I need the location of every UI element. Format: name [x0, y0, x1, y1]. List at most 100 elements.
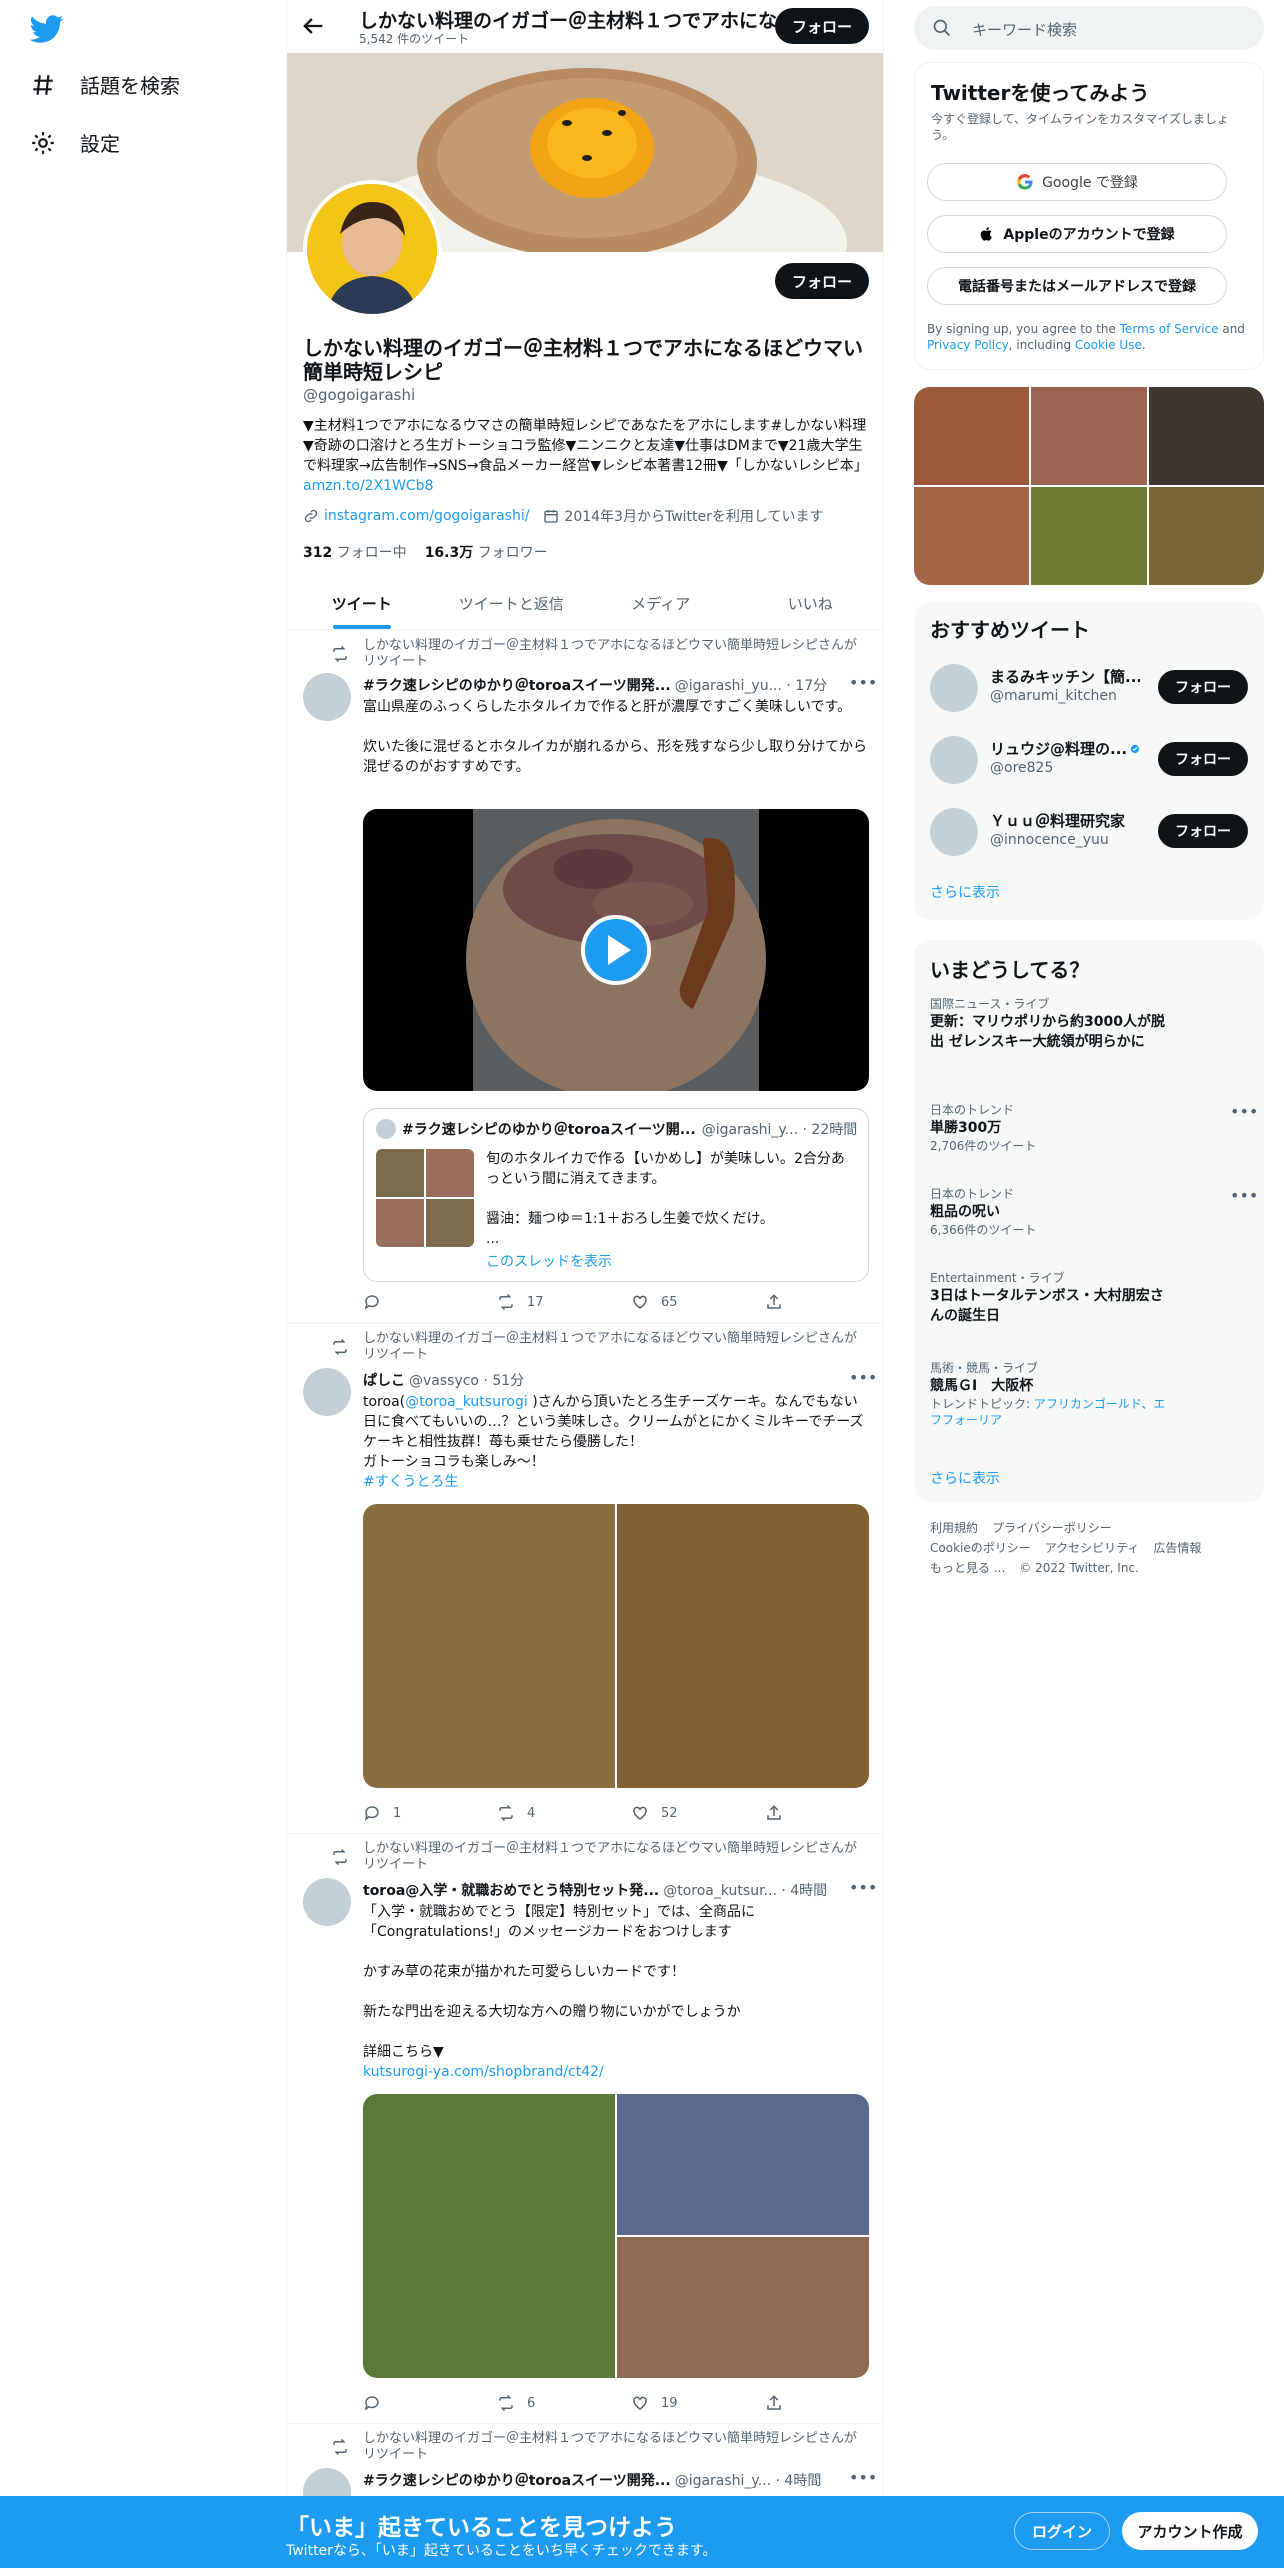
tweet-author-meta[interactable]: @vassyco · 51分: [409, 1370, 524, 1390]
twitter-logo-icon[interactable]: [30, 12, 64, 46]
more-icon[interactable]: •••: [849, 673, 877, 693]
like-button[interactable]: 52: [631, 1804, 765, 1822]
tweet-photos[interactable]: [363, 1504, 869, 1788]
grid-photo[interactable]: [1148, 387, 1264, 485]
tweet-photo[interactable]: [617, 2237, 869, 2378]
tab-media[interactable]: メディア: [586, 577, 736, 629]
privacy-policy-link[interactable]: Privacy Policy: [927, 338, 1009, 352]
follow-button[interactable]: フォロー: [1158, 814, 1248, 848]
suggested-user[interactable]: まるみキッチン【簡... @marumi_kitchen フォロー: [914, 652, 1264, 724]
followers-stat[interactable]: 16.3万 フォロワー: [425, 542, 548, 562]
share-button[interactable]: [765, 1293, 783, 1311]
tweet[interactable]: しかない料理のイガゴー＠主材料１つでアホになるほどウマい簡単時短レシピさんがリツ…: [287, 1324, 883, 1834]
trend-item[interactable]: Entertainment・ライブ 3日はトータルテンボス・大村朋宏さんの誕生日: [930, 1270, 1250, 1326]
footer-link-cookies[interactable]: Cookieのポリシー: [930, 1541, 1031, 1555]
nav-explore[interactable]: 話題を検索: [30, 70, 180, 99]
profile-follow-button[interactable]: フォロー: [775, 263, 869, 299]
reply-button[interactable]: [363, 1293, 497, 1311]
shop-link[interactable]: kutsurogi-ya.com/shopbrand/ct42/: [363, 2064, 604, 2080]
like-button[interactable]: 65: [631, 1293, 765, 1311]
more-icon[interactable]: •••: [1230, 1186, 1258, 1205]
more-icon[interactable]: •••: [849, 1368, 877, 1388]
following-stat[interactable]: 312 フォロー中: [303, 542, 407, 562]
tweet-author-name[interactable]: ぱしこ: [363, 1370, 405, 1390]
grid-photo[interactable]: [914, 387, 1030, 485]
follow-button[interactable]: フォロー: [1158, 742, 1248, 776]
tweet-avatar[interactable]: [303, 1878, 351, 1926]
cookie-use-link[interactable]: Cookie Use: [1075, 338, 1142, 352]
back-arrow-icon[interactable]: [299, 12, 327, 40]
share-button[interactable]: [765, 1804, 783, 1822]
avatar[interactable]: [930, 736, 978, 784]
profile-avatar[interactable]: [303, 180, 441, 318]
footer-link-accessibility[interactable]: アクセシビリティ: [1045, 1541, 1140, 1555]
retweet-button[interactable]: 4: [497, 1804, 631, 1822]
more-icon[interactable]: •••: [849, 1878, 877, 1898]
tweet-author-name[interactable]: #ラク速レシピのゆかり＠toroaスイーツ開発...: [363, 2470, 671, 2490]
share-button[interactable]: [765, 2394, 783, 2412]
who-to-follow-more-link[interactable]: さらに表示: [930, 882, 1000, 902]
trend-item[interactable]: 日本のトレンド 粗品の呪い 6,366件のツイート •••: [930, 1186, 1258, 1238]
tweet-author-meta[interactable]: @igarashi_y... · 4時間: [675, 2470, 822, 2490]
tweet-photo[interactable]: [617, 2094, 869, 2235]
tweet-video[interactable]: [363, 809, 869, 1091]
profile-website[interactable]: instagram.com/gogoigarashi/: [303, 508, 529, 524]
play-icon[interactable]: [581, 915, 651, 985]
tweet[interactable]: しかない料理のイガゴー＠主材料１つでアホになるほどウマい簡単時短レシピさんがリツ…: [287, 631, 883, 1324]
signup-button[interactable]: アカウント作成: [1122, 2512, 1258, 2550]
more-icon[interactable]: •••: [849, 2468, 877, 2488]
hashtag-link[interactable]: #すくうとろ生: [363, 1474, 458, 1490]
tab-tweets[interactable]: ツイート: [287, 577, 437, 629]
grid-photo[interactable]: [914, 487, 1030, 585]
retweet-button[interactable]: 17: [497, 1293, 631, 1311]
reply-button[interactable]: [363, 2394, 497, 2412]
avatar[interactable]: [930, 664, 978, 712]
footer-link-more[interactable]: もっと見る ...: [930, 1561, 1005, 1575]
show-thread-link[interactable]: このスレッドを表示: [486, 1251, 612, 1271]
follow-button[interactable]: フォロー: [1158, 670, 1248, 704]
grid-photo[interactable]: [1148, 487, 1264, 585]
suggested-user[interactable]: リュウジ@料理の... @ore825 フォロー: [914, 724, 1264, 796]
tweet-photo[interactable]: [617, 1504, 869, 1788]
like-button[interactable]: 19: [631, 2394, 765, 2412]
tweet-photo[interactable]: [363, 2094, 615, 2378]
suggested-user[interactable]: Ｙｕｕ＠料理研究家 @innocence_yuu フォロー: [914, 796, 1264, 868]
grid-photo[interactable]: [1031, 387, 1147, 485]
more-icon[interactable]: •••: [1230, 1102, 1258, 1121]
media-grid[interactable]: [914, 387, 1264, 585]
tab-tweets-replies[interactable]: ツイートと返信: [437, 577, 587, 629]
login-button[interactable]: ログイン: [1014, 2512, 1110, 2550]
trend-item[interactable]: 馬術・競馬・ライブ 競馬ＧⅠ 大阪杯 トレンドトピック: アフリカンゴールド、エ…: [930, 1360, 1250, 1428]
tweet-author-name[interactable]: toroa@入学・就職おめでとう特別セット発...: [363, 1880, 659, 1900]
tweet-avatar[interactable]: [303, 1368, 351, 1416]
mention-link[interactable]: @toroa_kutsurogi: [405, 1394, 528, 1410]
tweet-author-meta[interactable]: @igarashi_yu... · 17分: [675, 675, 827, 695]
reply-button[interactable]: 1: [363, 1804, 497, 1822]
tweet-author-name[interactable]: #ラク速レシピのゆかり＠toroaスイーツ開発...: [363, 675, 671, 695]
tweet-author-meta[interactable]: @toroa_kutsur... · 4時間: [663, 1880, 827, 1900]
tweet-photo[interactable]: [363, 1504, 615, 1788]
tweet-photos[interactable]: [363, 2094, 869, 2378]
tweet-avatar[interactable]: [303, 673, 351, 721]
website-link[interactable]: instagram.com/gogoigarashi/: [324, 508, 529, 524]
retweet-button[interactable]: 6: [497, 2394, 631, 2412]
footer-link-privacy[interactable]: プライバシーポリシー: [992, 1521, 1112, 1535]
google-signup-button[interactable]: Google で登録: [927, 163, 1227, 201]
avatar[interactable]: [930, 808, 978, 856]
trends-more-link[interactable]: さらに表示: [930, 1468, 1000, 1488]
nav-settings[interactable]: 設定: [30, 128, 120, 157]
terms-of-service-link[interactable]: Terms of Service: [1120, 322, 1219, 336]
phone-email-signup-button[interactable]: 電話番号またはメールアドレスで登録: [927, 267, 1227, 305]
tweet[interactable]: しかない料理のイガゴー＠主材料１つでアホになるほどウマい簡単時短レシピさんがリツ…: [287, 1834, 883, 2424]
apple-signup-button[interactable]: Appleのアカウントで登録: [927, 215, 1227, 253]
grid-photo[interactable]: [1031, 487, 1147, 585]
trend-item[interactable]: 国際ニュース・ライブ 更新：マリウポリから約3000人が脱出 ゼレンスキー大統領…: [930, 996, 1250, 1052]
tab-likes[interactable]: いいね: [736, 577, 884, 629]
bio-link[interactable]: amzn.to/2X1WCb8: [303, 478, 433, 494]
footer-link-ads[interactable]: 広告情報: [1153, 1541, 1201, 1555]
trend-item[interactable]: 日本のトレンド 単勝300万 2,706件のツイート •••: [930, 1102, 1258, 1154]
search-input[interactable]: キーワード検索: [914, 6, 1264, 50]
header-follow-button[interactable]: フォロー: [775, 8, 869, 44]
quote-tweet[interactable]: #ラク速レシピのゆかり＠toroaスイーツ開... @igarashi_y...…: [363, 1108, 869, 1282]
footer-link-terms[interactable]: 利用規約: [930, 1521, 978, 1535]
